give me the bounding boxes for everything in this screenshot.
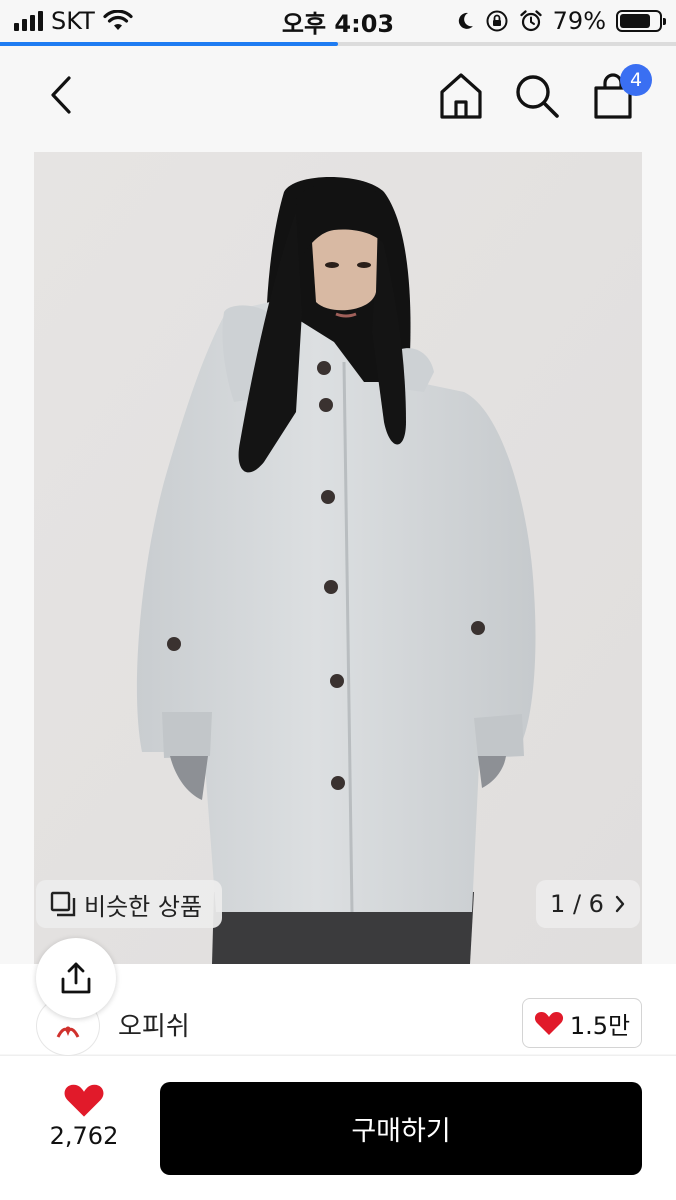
search-button[interactable] — [512, 70, 562, 122]
battery-percent: 79% — [552, 7, 606, 35]
wishlist-button[interactable]: 2,762 — [34, 1082, 134, 1150]
brand-like-count: 1.5만 — [569, 1011, 631, 1040]
wifi-icon — [103, 10, 133, 30]
image-page-indicator[interactable]: 1 / 6 — [536, 880, 640, 928]
product-photo — [34, 152, 642, 964]
cart-count-badge: 4 — [620, 64, 652, 96]
share-button[interactable] — [36, 938, 116, 1018]
chevron-right-icon — [615, 895, 625, 913]
heart-icon — [64, 1084, 104, 1117]
back-button[interactable] — [36, 70, 86, 120]
cart-button[interactable]: 4 — [590, 64, 652, 122]
status-bar: SKT 오후 4:03 79% — [0, 0, 676, 42]
brand-logo-mark — [56, 1026, 80, 1038]
status-right: 79% — [455, 7, 666, 35]
status-left: SKT — [14, 7, 133, 35]
similar-products-button[interactable]: 비슷한 상품 — [36, 880, 222, 928]
heart-icon — [534, 1012, 563, 1035]
image-page-counter: 1 / 6 — [550, 890, 604, 918]
cellular-signal-icon — [14, 11, 43, 31]
carrier-label: SKT — [51, 7, 95, 35]
brand-like-button[interactable]: 1.5만 — [522, 998, 642, 1048]
brand-name[interactable]: 오피쉬 — [118, 1006, 190, 1043]
buy-button[interactable]: 구매하기 — [160, 1082, 642, 1175]
home-icon — [440, 73, 482, 119]
orientation-lock-icon — [486, 10, 508, 32]
home-button[interactable] — [436, 70, 486, 122]
top-nav: 4 — [0, 46, 676, 150]
search-icon — [516, 75, 559, 118]
wishlist-count: 2,762 — [49, 1122, 119, 1150]
similar-items-icon — [50, 891, 76, 917]
moon-icon — [458, 12, 473, 29]
similar-products-label: 비슷한 상품 — [84, 892, 203, 921]
product-image[interactable]: 비슷한 상품 1 / 6 — [34, 152, 642, 964]
bottom-action-bar: 2,762 구매하기 — [0, 1055, 676, 1200]
share-icon — [61, 962, 91, 994]
battery-level — [620, 14, 651, 28]
alarm-icon — [519, 10, 542, 32]
product-detail-screen: SKT 오후 4:03 79% 4 비슷한 상품 1 / 6 오피쉬 1.5만 … — [0, 0, 676, 1200]
chevron-left-icon — [51, 76, 71, 114]
battery-icon — [616, 10, 666, 32]
